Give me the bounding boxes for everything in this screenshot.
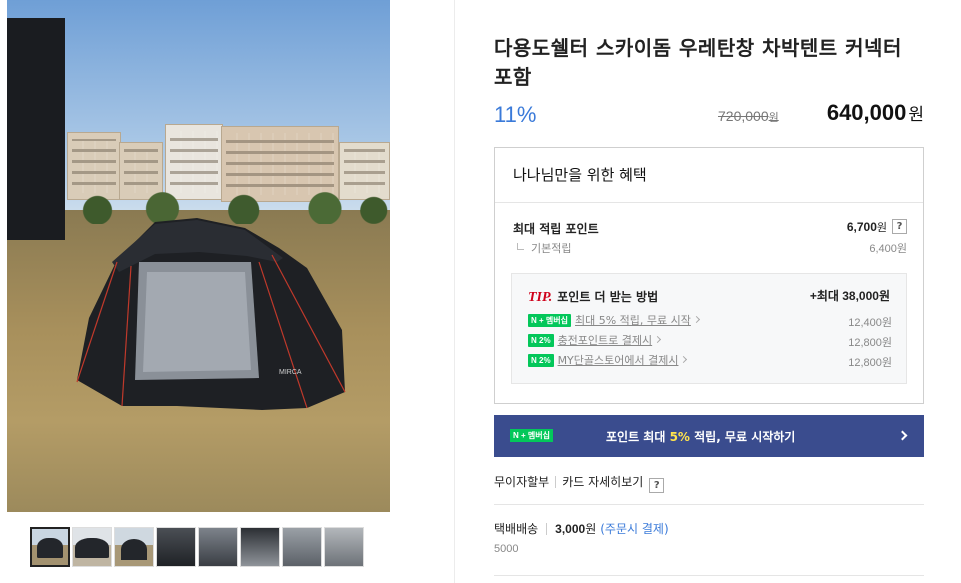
tip-row-label[interactable]: 충전포인트로 결제시 xyxy=(558,334,653,347)
cta-text: 포인트 최대 5% 적립, 무료 시작하기 xyxy=(606,428,795,445)
thumbnail[interactable] xyxy=(156,527,196,567)
tip-box: TIP. 포인트 더 받는 방법 +최대 38,000원 N + 멤버십 최대 5%… xyxy=(511,273,907,384)
thumbnail[interactable] xyxy=(324,527,364,567)
thumbnail[interactable] xyxy=(240,527,280,567)
sale-price: 640,000 원 xyxy=(827,100,924,126)
tip-row-my-store[interactable]: N 2% MY단골스토어에서 결제시 12,800원 xyxy=(528,352,892,370)
divider xyxy=(495,202,923,203)
divider xyxy=(555,476,557,488)
max-points-label: 최대 적립 포인트 xyxy=(513,222,599,236)
chevron-right-icon xyxy=(897,430,908,441)
tip-mark: TIP. xyxy=(528,290,553,305)
tip-row-label[interactable]: 최대 5% 적립, 무료 시작 xyxy=(575,314,691,327)
thumbnail[interactable] xyxy=(30,527,70,567)
base-points-text: 기본적립 xyxy=(531,242,572,255)
tip-title: TIP. 포인트 더 받는 방법 xyxy=(528,288,658,306)
base-points-label: 기본적립 xyxy=(517,240,571,256)
tip-row-amount: 12,800원 xyxy=(848,357,892,369)
thumbnail[interactable] xyxy=(198,527,238,567)
membership-cta-button[interactable]: N + 멤버십 포인트 최대 5% 적립, 무료 시작하기 xyxy=(494,415,924,457)
sale-price-unit: 원 xyxy=(908,105,924,124)
tip-total: +최대 38,000원 xyxy=(809,289,890,303)
benefit-heading: 나나님만을 위한 혜택 xyxy=(513,166,647,184)
tip-row-membership[interactable]: N + 멤버십 최대 5% 적립, 무료 시작 12,400원 xyxy=(528,312,892,330)
original-price-value: 720,000 xyxy=(718,108,769,124)
help-icon[interactable]: ? xyxy=(892,219,907,234)
shipping-condition: (주문시 결제) xyxy=(600,522,669,536)
max-points-value: 6,700원 xyxy=(847,219,887,235)
thumbnail[interactable] xyxy=(282,527,322,567)
shipping-fee-unit: 원 xyxy=(585,522,597,536)
sale-price-value: 640,000 xyxy=(826,100,907,125)
chevron-right-icon xyxy=(654,335,662,344)
shipping-fee: 3,000원 xyxy=(555,522,596,536)
divider xyxy=(494,575,924,576)
tip-row-amount: 12,400원 xyxy=(848,317,892,329)
card-detail-link[interactable]: 카드 자세히보기 xyxy=(562,475,643,489)
naver-2pct-badge: N 2% xyxy=(528,333,554,347)
product-gallery: MIRCA xyxy=(0,0,454,583)
tent-window-mesh xyxy=(143,272,251,372)
tip-title-text: 포인트 더 받는 방법 xyxy=(557,290,659,304)
thumbnail-strip xyxy=(30,527,364,567)
tip-row-label[interactable]: MY단골스토어에서 결제시 xyxy=(558,354,679,367)
tent-illustration: MIRCA xyxy=(76,218,346,410)
naver-2pct-badge: N 2% xyxy=(528,353,554,367)
original-price: 720,000원 xyxy=(718,108,779,125)
installment-label: 무이자할부 xyxy=(494,475,550,489)
tent-brand-mark: MIRCA xyxy=(279,369,302,376)
cta-text-highlight: 5% xyxy=(669,430,690,444)
original-price-unit: 원 xyxy=(768,112,779,124)
help-icon[interactable]: ? xyxy=(649,478,665,493)
thumbnail[interactable] xyxy=(114,527,154,567)
base-points-value: 6,400원 xyxy=(869,243,907,255)
shipping-info: 택배배송 3,000원 (주문시 결제) xyxy=(494,520,669,537)
cta-text-prefix: 포인트 최대 xyxy=(606,430,670,444)
shipping-extra: 5000 xyxy=(494,543,519,555)
tip-row-amount: 12,800원 xyxy=(848,337,892,349)
divider xyxy=(546,523,548,535)
naver-membership-badge: N + 멤버십 xyxy=(510,429,553,442)
tip-row-charge-points[interactable]: N 2% 충전포인트로 결제시 12,800원 xyxy=(528,332,892,350)
chevron-right-icon xyxy=(692,315,700,324)
thumbnail[interactable] xyxy=(72,527,112,567)
max-points-unit: 원 xyxy=(876,222,887,234)
max-points-amount: 6,700 xyxy=(846,220,877,234)
main-product-image[interactable]: MIRCA xyxy=(7,0,390,512)
cta-text-suffix: 적립, 무료 시작하기 xyxy=(689,430,796,444)
product-title: 다용도쉘터 스카이돔 우레탄창 차박텐트 커넥터 포함 xyxy=(494,36,902,89)
column-divider xyxy=(454,0,455,583)
shipping-label: 택배배송 xyxy=(494,522,539,536)
naver-membership-badge: N + 멤버십 xyxy=(528,313,571,327)
chevron-right-icon xyxy=(680,355,688,364)
discount-rate: 11% xyxy=(494,102,537,127)
shipping-fee-value: 3,000 xyxy=(555,522,586,536)
divider xyxy=(494,504,924,505)
benefit-box: 나나님만을 위한 혜택 최대 적립 포인트 6,700원 ? 기본적립 6,40… xyxy=(494,147,924,404)
payment-info: 무이자할부 카드 자세히보기? xyxy=(494,473,665,493)
tree-corner-icon xyxy=(517,243,524,250)
